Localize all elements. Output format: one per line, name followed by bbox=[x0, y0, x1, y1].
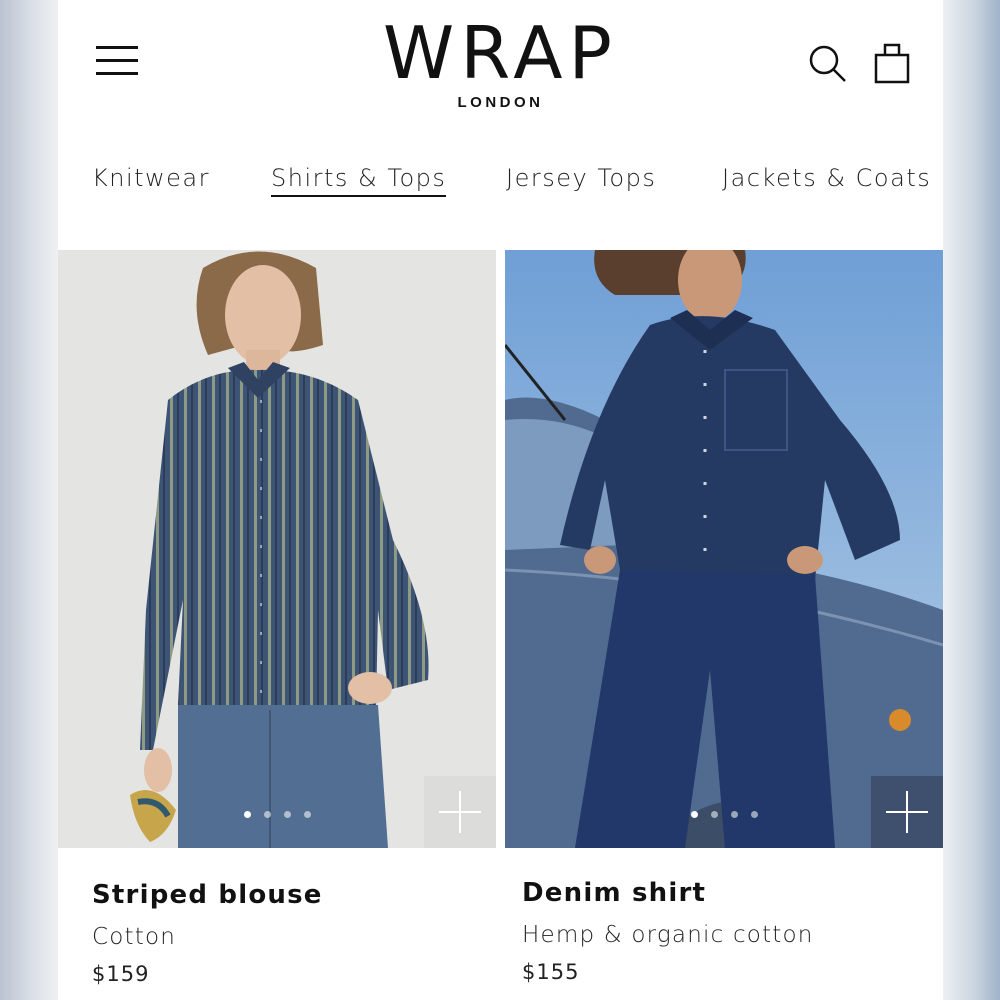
product-image-striped-blouse[interactable] bbox=[58, 250, 496, 848]
category-nav: Knitwear Shirts & Tops Jersey Tops Jacke… bbox=[58, 160, 943, 200]
pagination-dot[interactable] bbox=[690, 811, 698, 818]
product-info: Denim shirt Hemp & organic cotton $155 bbox=[522, 878, 814, 984]
pagination-dot[interactable] bbox=[243, 811, 251, 818]
shopping-bag-icon[interactable] bbox=[874, 40, 910, 84]
pagination-dot[interactable] bbox=[263, 811, 271, 818]
pagination-dot[interactable] bbox=[710, 811, 718, 818]
category-shirts-tops[interactable]: Shirts & Tops bbox=[271, 164, 447, 197]
add-to-bag-plus-icon[interactable] bbox=[424, 776, 496, 848]
pagination-dot[interactable] bbox=[730, 811, 738, 818]
product-material: Cotton bbox=[92, 924, 177, 950]
product-info: Striped blouse Cotton $159 bbox=[92, 880, 323, 986]
product-image-denim-shirt[interactable] bbox=[505, 250, 943, 848]
product-card-striped-blouse[interactable]: Striped blouse Cotton $159 bbox=[58, 250, 496, 1000]
product-name[interactable]: Striped blouse bbox=[92, 880, 323, 910]
product-listing-page: WRAP LONDON Knitwear Shirts & Tops Jerse… bbox=[58, 0, 943, 1000]
category-knitwear[interactable]: Knitwear bbox=[92, 164, 210, 192]
category-jackets-coats[interactable]: Jackets & Coats bbox=[722, 164, 931, 192]
model-photo bbox=[58, 250, 496, 848]
search-icon[interactable] bbox=[808, 44, 848, 84]
product-price: $159 bbox=[92, 962, 150, 986]
product-card-denim-shirt[interactable]: Denim shirt Hemp & organic cotton $155 bbox=[505, 250, 943, 1000]
product-material: Hemp & organic cotton bbox=[522, 922, 814, 948]
category-jersey-tops[interactable]: Jersey Tops bbox=[506, 164, 656, 192]
brand-subtitle: LONDON bbox=[457, 94, 544, 111]
product-price: $155 bbox=[522, 960, 580, 984]
pagination-dot[interactable] bbox=[283, 811, 291, 818]
pagination-dot[interactable] bbox=[303, 811, 311, 818]
add-to-bag-plus-icon[interactable] bbox=[871, 776, 943, 848]
pagination-dot[interactable] bbox=[750, 811, 758, 818]
product-name[interactable]: Denim shirt bbox=[522, 878, 814, 908]
model-photo bbox=[505, 250, 943, 848]
